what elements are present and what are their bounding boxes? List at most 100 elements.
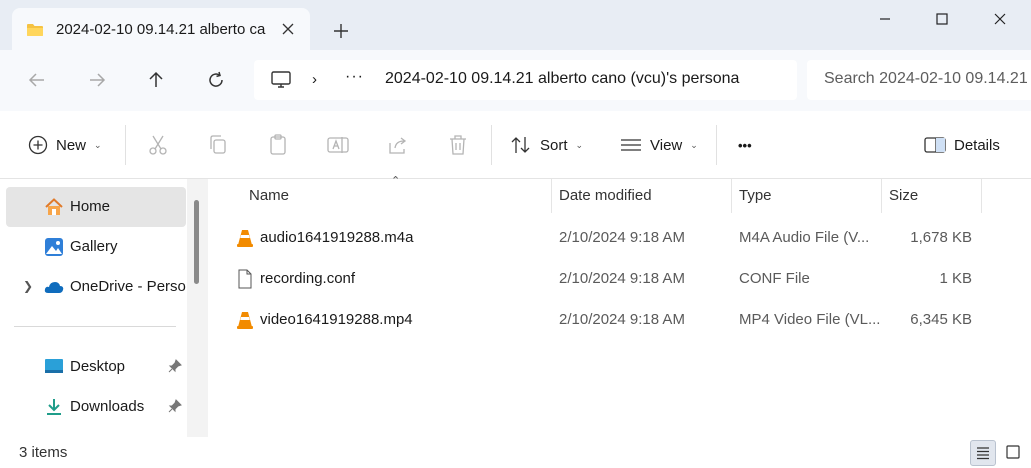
title-bar: 2024-02-10 09.14.21 alberto ca xyxy=(0,0,1031,50)
file-size: 6,345 KB xyxy=(910,311,972,328)
view-button[interactable]: View ⌄ xyxy=(620,111,698,179)
chevron-down-icon: ⌄ xyxy=(575,139,584,150)
sort-icon xyxy=(511,137,530,153)
pin-icon xyxy=(168,359,182,373)
rename-icon[interactable] xyxy=(326,133,350,157)
tab-current-folder[interactable]: 2024-02-10 09.14.21 alberto ca xyxy=(12,8,310,50)
view-button-label: View xyxy=(650,136,683,154)
file-list: ⌃ Name Date modified Type Size audio1641… xyxy=(208,175,1031,437)
search-placeholder: Search 2024-02-10 09.14.21 a xyxy=(824,70,1031,87)
file-type: CONF File xyxy=(739,270,810,287)
gallery-icon xyxy=(45,238,63,256)
sidebar-item-home[interactable]: Home xyxy=(6,187,186,227)
more-options-button[interactable]: ••• xyxy=(738,111,752,179)
column-header-date[interactable]: Date modified xyxy=(559,179,652,213)
file-name: recording.conf xyxy=(260,270,356,287)
vlc-icon xyxy=(237,230,253,247)
pin-icon xyxy=(168,399,182,413)
column-header-size[interactable]: Size xyxy=(889,179,918,213)
details-button-label: Details xyxy=(954,136,1000,154)
sort-ascending-icon: ⌃ xyxy=(391,175,401,187)
toolbar-divider xyxy=(491,125,492,165)
new-button[interactable]: New ⌄ xyxy=(28,111,102,179)
delete-icon[interactable] xyxy=(446,133,470,157)
back-icon[interactable] xyxy=(25,68,49,92)
breadcrumb-chevron-icon[interactable]: › xyxy=(312,71,317,88)
search-box[interactable]: Search 2024-02-10 09.14.21 a xyxy=(807,60,1031,100)
item-count: 3 items xyxy=(19,444,68,461)
toolbar-divider xyxy=(125,125,126,165)
details-pane-icon xyxy=(924,137,946,153)
file-type: MP4 Video File (VL... xyxy=(739,311,881,328)
sidebar-item-label: OneDrive - Persor xyxy=(70,278,186,295)
sidebar-divider xyxy=(14,326,176,327)
chevron-down-icon: ⌄ xyxy=(94,139,102,150)
tab-title: 2024-02-10 09.14.21 alberto ca xyxy=(56,21,266,38)
new-button-label: New xyxy=(56,136,87,154)
sidebar-item-desktop[interactable]: Desktop xyxy=(6,347,186,387)
sidebar-item-label: Gallery xyxy=(70,238,118,255)
file-icon xyxy=(238,269,252,289)
copy-icon[interactable] xyxy=(206,133,230,157)
column-divider[interactable] xyxy=(881,179,882,213)
breadcrumb-current-folder[interactable]: 2024-02-10 09.14.21 alberto cano (vcu)'s… xyxy=(385,70,785,88)
file-name: video1641919288.mp4 xyxy=(260,311,413,328)
column-header-type[interactable]: Type xyxy=(739,179,772,213)
up-icon[interactable] xyxy=(144,68,168,92)
details-button[interactable]: Details xyxy=(924,111,1000,179)
sidebar-item-label: Home xyxy=(70,198,111,215)
sort-button-label: Sort xyxy=(540,136,568,154)
details-view-button[interactable] xyxy=(970,440,996,466)
status-bar: 3 items xyxy=(0,437,1031,468)
navigation-bar: › ··· 2024-02-10 09.14.21 alberto cano (… xyxy=(0,50,1031,111)
close-tab-icon[interactable] xyxy=(278,19,298,39)
cloud-icon xyxy=(44,282,64,293)
view-icon xyxy=(621,139,641,151)
more-options-icon: ••• xyxy=(738,137,752,153)
table-row[interactable]: audio1641919288.m4a 2/10/2024 9:18 AM M4… xyxy=(230,218,990,258)
tiles-view-icon xyxy=(1006,445,1020,459)
column-divider[interactable] xyxy=(731,179,732,213)
toolbar-divider xyxy=(716,125,717,165)
this-pc-icon[interactable] xyxy=(270,70,292,90)
breadcrumb-overflow-button[interactable]: ··· xyxy=(345,68,364,86)
download-icon xyxy=(47,399,61,415)
tiles-view-button[interactable] xyxy=(1001,440,1027,466)
column-divider[interactable] xyxy=(981,179,982,213)
command-toolbar: New ⌄ Sort ⌄ View ⌄ ••• Details xyxy=(0,111,1031,179)
address-bar[interactable]: › ··· 2024-02-10 09.14.21 alberto cano (… xyxy=(254,60,797,100)
sidebar-scrollbar[interactable] xyxy=(187,179,208,437)
scrollbar-thumb[interactable] xyxy=(194,200,199,284)
share-icon[interactable] xyxy=(386,133,410,157)
vlc-icon xyxy=(237,312,253,329)
chevron-right-icon[interactable]: ❯ xyxy=(23,279,33,293)
column-divider[interactable] xyxy=(551,179,552,213)
plus-circle-icon xyxy=(28,135,48,155)
maximize-icon[interactable] xyxy=(930,8,954,30)
folder-icon xyxy=(27,24,43,36)
close-window-icon[interactable] xyxy=(988,8,1012,30)
table-row[interactable]: recording.conf 2/10/2024 9:18 AM CONF Fi… xyxy=(230,259,990,299)
file-type: M4A Audio File (V... xyxy=(739,229,870,246)
minimize-icon[interactable] xyxy=(873,8,897,30)
sidebar-item-downloads[interactable]: Downloads xyxy=(6,387,186,427)
cut-icon[interactable] xyxy=(146,133,170,157)
file-date: 2/10/2024 9:18 AM xyxy=(559,229,685,246)
chevron-down-icon: ⌄ xyxy=(690,139,698,150)
forward-icon[interactable] xyxy=(85,68,109,92)
file-size: 1,678 KB xyxy=(910,229,972,246)
sidebar-item-onedrive[interactable]: ❯ OneDrive - Persor xyxy=(6,267,186,307)
sort-button[interactable]: Sort ⌄ xyxy=(510,111,583,179)
refresh-icon[interactable] xyxy=(204,68,228,92)
desktop-icon xyxy=(45,359,63,373)
file-date: 2/10/2024 9:18 AM xyxy=(559,270,685,287)
details-view-icon xyxy=(977,447,989,460)
new-tab-icon[interactable] xyxy=(330,20,352,42)
home-icon xyxy=(45,198,63,215)
table-row[interactable]: video1641919288.mp4 2/10/2024 9:18 AM MP… xyxy=(230,300,990,340)
paste-icon[interactable] xyxy=(266,133,290,157)
file-size: 1 KB xyxy=(939,270,972,287)
sidebar-item-gallery[interactable]: Gallery xyxy=(6,227,186,267)
column-header-name[interactable]: Name xyxy=(249,179,289,213)
navigation-pane: Home Gallery ❯ OneDrive - Persor Desktop xyxy=(0,179,208,437)
